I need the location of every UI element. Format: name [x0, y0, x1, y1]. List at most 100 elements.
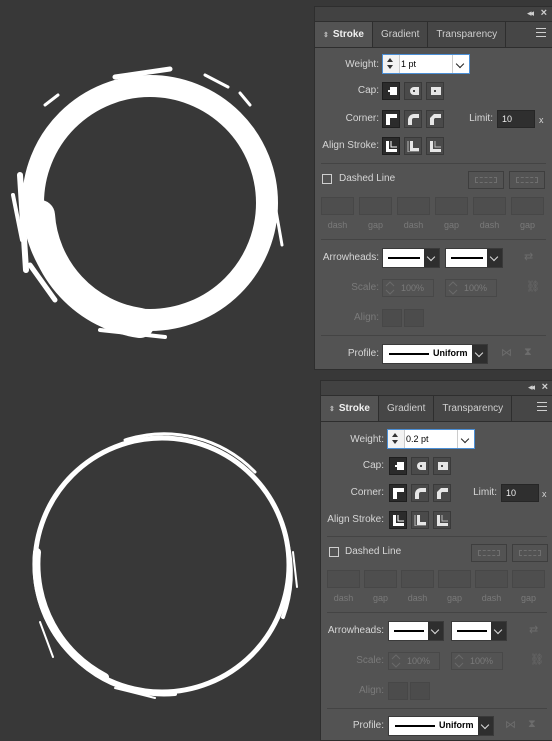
- tab-transparency[interactable]: Transparency: [428, 22, 507, 47]
- profile-select[interactable]: Uniform: [388, 716, 494, 736]
- limit-input[interactable]: 10: [497, 110, 535, 128]
- dash-preserve-icon[interactable]: [471, 544, 507, 562]
- dash-field-1[interactable]: [327, 570, 360, 588]
- link-scale-icon[interactable]: ⛓: [530, 653, 544, 666]
- dash-field-1[interactable]: [321, 197, 354, 215]
- dash-field-2[interactable]: [401, 570, 434, 588]
- dash-label: dash: [407, 593, 428, 603]
- profile-select[interactable]: Uniform: [382, 344, 488, 364]
- flip-along-icon[interactable]: ⋈: [505, 718, 516, 731]
- align-inside-button[interactable]: [411, 511, 429, 529]
- weight-field[interactable]: [382, 54, 470, 74]
- dash-field-3[interactable]: [473, 197, 506, 215]
- projecting-cap-button[interactable]: [426, 82, 444, 100]
- gap-label: gap: [446, 593, 463, 603]
- dash-align-corners-icon[interactable]: [509, 171, 545, 189]
- align-center-button[interactable]: [382, 137, 400, 155]
- chevron-down-icon[interactable]: [487, 249, 502, 267]
- chevron-down-icon[interactable]: [478, 717, 493, 735]
- tab-stroke[interactable]: ⇕ Stroke: [321, 396, 379, 421]
- round-cap-icon: [417, 462, 426, 470]
- gap-field-2[interactable]: [435, 197, 468, 215]
- align-outside-icon: [430, 141, 441, 152]
- arrow-place-button[interactable]: [410, 682, 430, 700]
- start-arrowhead-select[interactable]: [388, 621, 444, 641]
- dash-field-3[interactable]: [475, 570, 508, 588]
- start-scale-input[interactable]: 100%: [382, 279, 434, 297]
- end-arrowhead-select[interactable]: [451, 621, 507, 641]
- expand-arrows-icon[interactable]: ⇕: [323, 32, 329, 39]
- start-scale-input[interactable]: 100%: [388, 652, 440, 670]
- end-scale-input[interactable]: 100%: [445, 279, 497, 297]
- link-scale-icon[interactable]: ⛓: [526, 280, 540, 293]
- weight-field[interactable]: [387, 429, 475, 449]
- thick-brush-circle[interactable]: [0, 55, 310, 355]
- gap-field-2[interactable]: [438, 570, 471, 588]
- chevron-down-icon[interactable]: [452, 55, 469, 73]
- round-cap-button[interactable]: [404, 82, 422, 100]
- gap-field-3[interactable]: [511, 197, 544, 215]
- end-arrowhead-select[interactable]: [445, 248, 503, 268]
- arrow-extend-button[interactable]: [388, 682, 408, 700]
- gap-field-3[interactable]: [512, 570, 545, 588]
- expand-arrows-icon[interactable]: ⇕: [329, 406, 335, 413]
- butt-cap-button[interactable]: [382, 82, 400, 100]
- collapse-icon[interactable]: ◂◂: [527, 8, 534, 19]
- align-center-button[interactable]: [389, 511, 407, 529]
- gap-field-1[interactable]: [364, 570, 397, 588]
- tab-gradient[interactable]: Gradient: [379, 396, 435, 421]
- flip-along-icon[interactable]: ⋈: [501, 346, 512, 359]
- chevron-down-icon[interactable]: [424, 249, 439, 267]
- dashed-line-checkbox[interactable]: [322, 174, 332, 184]
- butt-cap-button[interactable]: [389, 457, 407, 475]
- round-join-button[interactable]: [411, 484, 429, 502]
- miter-join-button[interactable]: [382, 110, 400, 128]
- collapse-icon[interactable]: ◂◂: [528, 382, 535, 393]
- flip-across-icon[interactable]: ⧗: [524, 346, 532, 359]
- chevron-down-icon[interactable]: [457, 430, 474, 448]
- weight-stepper-icon[interactable]: [383, 55, 400, 73]
- chevron-down-icon[interactable]: [428, 622, 443, 640]
- align-outside-icon: [437, 515, 448, 526]
- chevron-down-icon[interactable]: [472, 345, 487, 363]
- limit-unit: x: [539, 115, 544, 125]
- swap-arrowheads-icon[interactable]: ⇄: [524, 250, 533, 263]
- dash-preserve-icon[interactable]: [468, 171, 504, 189]
- gap-field-1[interactable]: [359, 197, 392, 215]
- close-icon[interactable]: ×: [541, 7, 547, 19]
- round-join-button[interactable]: [404, 110, 422, 128]
- divider: [327, 612, 547, 613]
- butt-cap-icon: [395, 462, 404, 470]
- divider: [321, 239, 546, 240]
- tab-gradient[interactable]: Gradient: [373, 22, 429, 47]
- round-cap-button[interactable]: [411, 457, 429, 475]
- tab-stroke[interactable]: ⇕ Stroke: [315, 22, 373, 47]
- align-inside-button[interactable]: [404, 137, 422, 155]
- dashed-line-checkbox[interactable]: [329, 547, 339, 557]
- swap-arrowheads-icon[interactable]: ⇄: [529, 623, 538, 636]
- dash-align-corners-icon[interactable]: [512, 544, 548, 562]
- arrow-place-button[interactable]: [404, 309, 424, 327]
- dash-field-2[interactable]: [397, 197, 430, 215]
- end-scale-input[interactable]: 100%: [451, 652, 503, 670]
- arrow-extend-button[interactable]: [382, 309, 402, 327]
- projecting-cap-button[interactable]: [433, 457, 451, 475]
- chevron-down-icon[interactable]: [491, 622, 506, 640]
- start-arrowhead-select[interactable]: [382, 248, 440, 268]
- close-icon[interactable]: ×: [542, 381, 548, 393]
- weight-input[interactable]: [406, 431, 446, 447]
- bevel-join-button[interactable]: [426, 110, 444, 128]
- limit-input[interactable]: 10: [501, 484, 539, 502]
- miter-join-button[interactable]: [389, 484, 407, 502]
- round-join-icon: [415, 488, 426, 499]
- weight-input[interactable]: [401, 56, 441, 72]
- tab-transparency[interactable]: Transparency: [434, 396, 513, 421]
- align-outside-button[interactable]: [426, 137, 444, 155]
- align-outside-button[interactable]: [433, 511, 451, 529]
- flip-across-icon[interactable]: ⧗: [528, 718, 536, 731]
- bevel-join-button[interactable]: [433, 484, 451, 502]
- panel-menu-icon[interactable]: [536, 28, 546, 40]
- thin-brush-circle[interactable]: [25, 432, 305, 702]
- panel-menu-icon[interactable]: [537, 402, 547, 414]
- weight-stepper-icon[interactable]: [388, 430, 405, 448]
